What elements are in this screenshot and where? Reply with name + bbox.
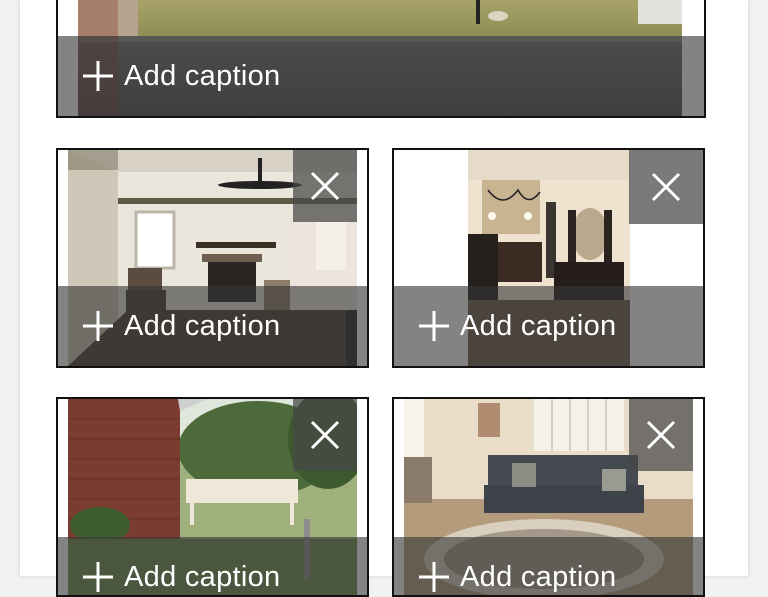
close-icon	[310, 171, 340, 201]
caption-bar[interactable]: Add caption	[394, 286, 703, 366]
add-caption-label: Add caption	[460, 560, 617, 593]
add-caption-label: Add caption	[460, 309, 617, 342]
caption-bar[interactable]: Add caption	[58, 36, 704, 116]
remove-photo-button[interactable]	[629, 150, 703, 224]
remove-photo-button[interactable]	[629, 399, 693, 471]
plus-icon	[419, 311, 449, 341]
add-caption-label: Add caption	[124, 59, 281, 92]
plus-icon	[83, 311, 113, 341]
close-icon	[646, 420, 676, 450]
photo-tile[interactable]: Add caption	[392, 148, 705, 368]
add-caption-label: Add caption	[124, 560, 281, 593]
caption-bar[interactable]: Add caption	[58, 537, 367, 595]
caption-bar[interactable]: Add caption	[394, 537, 703, 595]
photo-tile[interactable]: Add caption	[56, 397, 369, 597]
close-icon	[651, 172, 681, 202]
plus-icon	[83, 61, 113, 91]
close-icon	[310, 420, 340, 450]
remove-photo-button[interactable]	[293, 150, 357, 222]
plus-icon	[419, 562, 449, 592]
photo-tile[interactable]: Add caption	[56, 0, 706, 118]
remove-photo-button[interactable]	[293, 399, 357, 471]
photo-upload-sheet: Add caption Add caption Add caption Add …	[20, 0, 748, 597]
photo-tile[interactable]: Add caption	[392, 397, 705, 597]
plus-icon	[83, 562, 113, 592]
add-caption-label: Add caption	[124, 309, 281, 342]
caption-bar[interactable]: Add caption	[58, 286, 367, 366]
photo-tile[interactable]: Add caption	[56, 148, 369, 368]
